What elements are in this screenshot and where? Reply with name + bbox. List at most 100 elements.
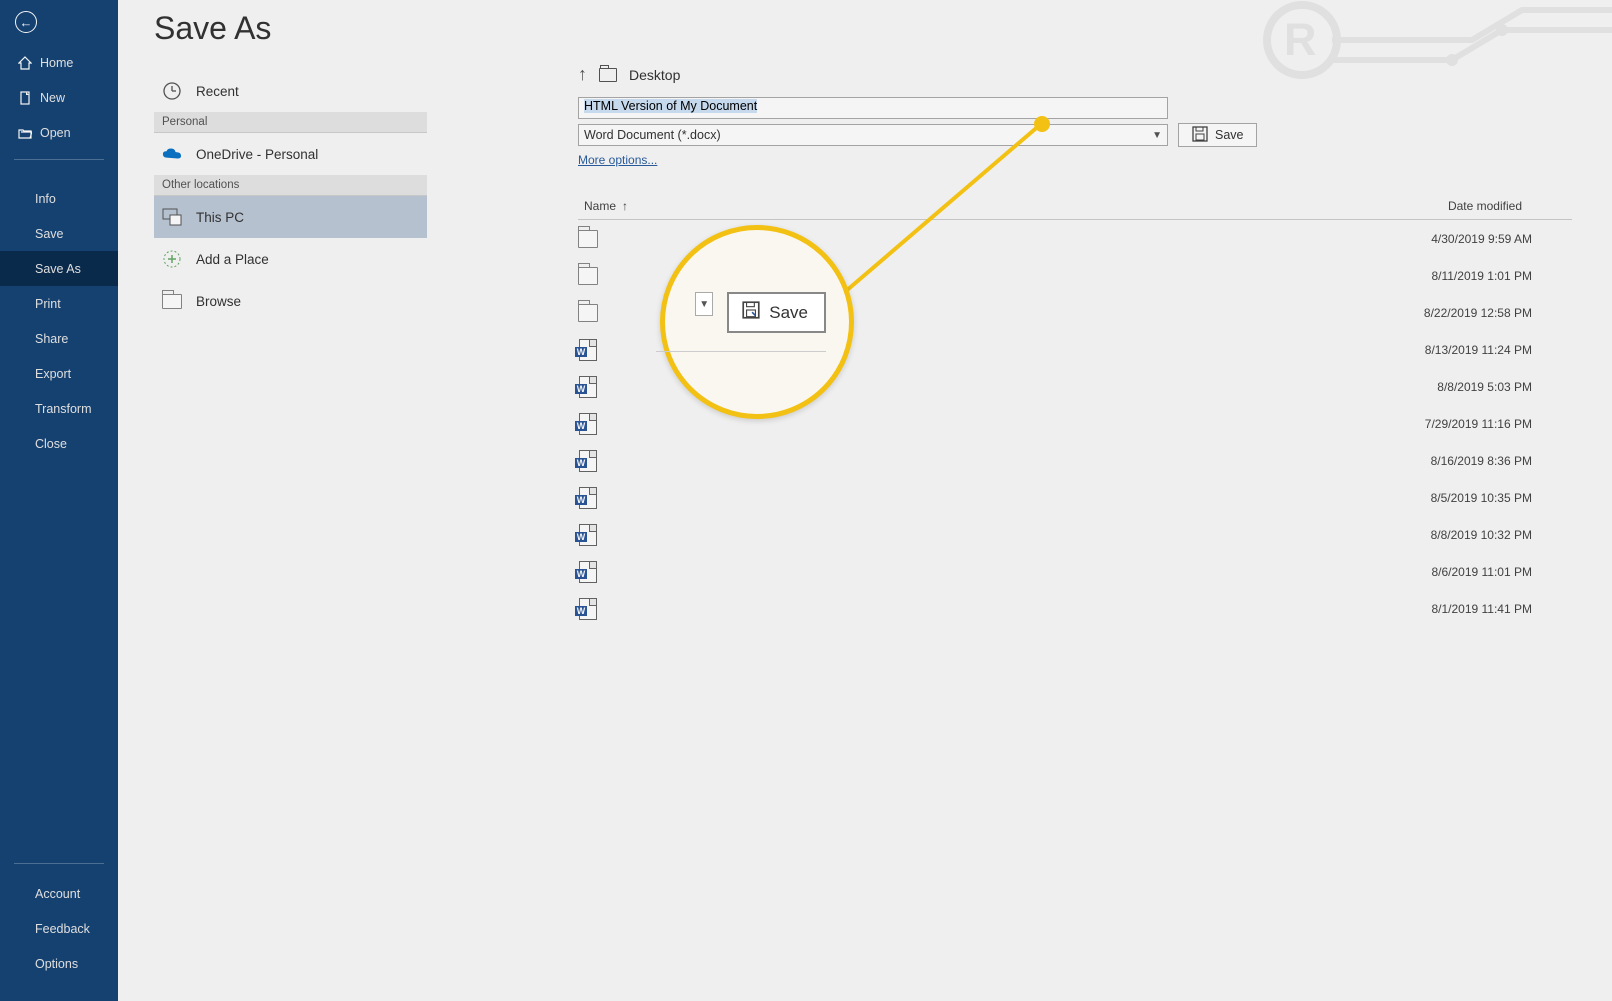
sidebar-item-save-as[interactable]: Save As [0,251,118,286]
sidebar-divider [14,159,104,160]
back-button[interactable]: ← [15,11,37,33]
sort-arrow-icon: ↑ [622,199,628,213]
file-date: 4/30/2019 9:59 AM [1431,232,1532,246]
sidebar-item-label: Save As [35,262,81,276]
magnified-save-button: Save [727,292,826,333]
more-options-link[interactable]: More options... [578,153,657,167]
file-date: 7/29/2019 11:16 PM [1425,417,1532,431]
file-date: 8/22/2019 12:58 PM [1424,306,1532,320]
file-date: 8/8/2019 10:32 PM [1431,528,1532,542]
clock-icon [162,81,182,101]
pc-icon [162,207,182,227]
file-row[interactable]: 8/16/2019 8:36 PM [578,442,1572,479]
sidebar-item-open[interactable]: Open [0,115,118,150]
sidebar-item-home[interactable]: Home [0,45,118,80]
filetype-value: Word Document (*.docx) [584,128,721,142]
breadcrumb-folder[interactable]: Desktop [629,67,680,83]
file-date: 8/8/2019 5:03 PM [1437,380,1532,394]
sidebar-item-label: Save [35,227,64,241]
word-doc-icon [578,451,598,471]
sidebar-item-new[interactable]: New [0,80,118,115]
word-doc-icon [578,488,598,508]
sidebar-item-label: Close [35,437,67,451]
column-name: Name [584,199,616,213]
open-icon [17,125,33,141]
folder-icon [599,68,617,82]
sidebar-item-transform[interactable]: Transform [0,391,118,426]
location-onedrive[interactable]: OneDrive - Personal [154,133,427,175]
sidebar-item-label: Feedback [35,922,90,936]
file-date: 8/11/2019 1:01 PM [1431,269,1532,283]
word-doc-icon [578,377,598,397]
location-label: Recent [196,84,239,99]
file-date: 8/6/2019 11:01 PM [1431,565,1532,579]
sidebar-item-label: Export [35,367,71,381]
page-title: Save As [118,0,1612,47]
section-personal: Personal [154,112,427,133]
save-button[interactable]: Save [1178,123,1257,147]
location-label: Browse [196,294,241,309]
sidebar-item-share[interactable]: Share [0,321,118,356]
word-doc-icon [578,599,598,619]
file-row[interactable]: 8/6/2019 11:01 PM [578,553,1572,590]
browse-icon [162,291,182,311]
file-date: 8/1/2019 11:41 PM [1431,602,1532,616]
folder-icon [578,303,598,323]
magnifier-callout: ▼ Save [660,225,854,419]
list-header[interactable]: Name ↑ Date modified [578,199,1572,220]
filetype-dropdown[interactable]: Word Document (*.docx) ▼ [578,124,1168,146]
sidebar-item-account[interactable]: Account [0,876,118,911]
column-date: Date modified [1448,199,1522,213]
locations-panel: Recent Personal OneDrive - Personal Othe… [154,70,427,322]
sidebar-item-feedback[interactable]: Feedback [0,911,118,946]
filename-input[interactable]: HTML Version of My Document [578,97,1168,119]
word-doc-icon [578,340,598,360]
chevron-down-icon: ▼ [1152,130,1162,141]
sidebar-item-close[interactable]: Close [0,426,118,461]
up-arrow-icon[interactable]: ↑ [578,64,587,85]
sidebar: ← Home New Open Info Save Save As Print Share E… [0,0,118,1001]
sidebar-item-label: New [40,91,65,105]
sidebar-item-label: Account [35,887,80,901]
sidebar-item-info[interactable]: Info [0,181,118,216]
word-doc-icon [578,525,598,545]
main-area: Save As Recent Personal OneDrive - Perso… [118,0,1612,1001]
location-add-place[interactable]: Add a Place [154,238,427,280]
file-date: 8/16/2019 8:36 PM [1431,454,1532,468]
sidebar-item-label: Home [40,56,73,70]
sidebar-item-label: Transform [35,402,92,416]
location-this-pc[interactable]: This PC [154,196,427,238]
location-label: This PC [196,210,244,225]
save-label: Save [1215,128,1244,142]
file-date: 8/13/2019 11:24 PM [1425,343,1532,357]
onedrive-icon [162,144,182,164]
location-recent[interactable]: Recent [154,70,427,112]
sidebar-item-label: Print [35,297,61,311]
back-arrow-icon: ← [20,15,33,30]
file-row[interactable]: 8/1/2019 11:41 PM [578,590,1572,627]
folder-icon [578,266,598,286]
sidebar-item-label: Open [40,126,71,140]
add-place-icon [162,249,182,269]
file-row[interactable]: 8/8/2019 10:32 PM [578,516,1572,553]
magnified-save-label: Save [769,303,808,323]
new-icon [17,90,33,106]
sidebar-item-options[interactable]: Options [0,946,118,981]
sidebar-item-label: Options [35,957,78,971]
breadcrumb: ↑ Desktop [578,64,1572,85]
sidebar-item-label: Info [35,192,56,206]
callout-dot [1034,116,1050,132]
location-browse[interactable]: Browse [154,280,427,322]
file-date: 8/5/2019 10:35 PM [1431,491,1532,505]
word-doc-icon [578,414,598,434]
sidebar-item-export[interactable]: Export [0,356,118,391]
location-label: OneDrive - Personal [196,147,318,162]
location-label: Add a Place [196,252,269,267]
sidebar-item-save[interactable]: Save [0,216,118,251]
file-row[interactable]: 8/5/2019 10:35 PM [578,479,1572,516]
dropdown-fragment: ▼ [695,292,713,316]
word-doc-icon [578,562,598,582]
sidebar-item-print[interactable]: Print [0,286,118,321]
sidebar-divider-bottom [14,863,104,864]
save-icon [1191,125,1209,146]
